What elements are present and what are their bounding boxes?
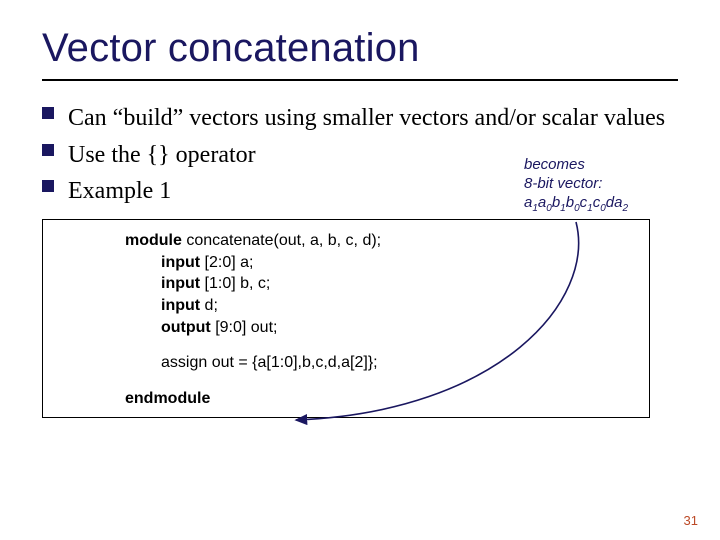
bullet-text: Example 1 — [68, 178, 171, 204]
code-gap — [59, 338, 633, 352]
code-kw: output — [161, 319, 211, 336]
annotation-vector: a1a0b1b0c1c0da2 — [524, 194, 674, 216]
annot-char: c — [580, 194, 588, 211]
code-text: [1:0] b, c; — [200, 275, 270, 292]
bullet-text: Use the {} operator — [68, 142, 256, 168]
annot-char: d — [606, 194, 614, 211]
code-kw: input — [161, 254, 200, 271]
annot-sub: 2 — [622, 203, 628, 214]
code-line: assign out = {a[1:0],b,c,d,a[2]}; — [59, 352, 633, 374]
bullet-icon — [42, 180, 54, 192]
code-gap — [59, 374, 633, 388]
slide-title: Vector concatenation — [42, 26, 678, 71]
bullet-icon — [42, 144, 54, 156]
code-line: input d; — [59, 295, 633, 317]
code-text: [2:0] a; — [200, 254, 253, 271]
bullet-item: Can “build” vectors using smaller vector… — [42, 103, 678, 134]
bullet-text: Can “build” vectors using smaller vector… — [68, 105, 665, 131]
annot-char: a — [538, 194, 546, 211]
code-line: input [2:0] a; — [59, 252, 633, 274]
code-kw: input — [161, 297, 200, 314]
annotation-line: 8-bit vector: — [524, 175, 674, 194]
code-line: module concatenate(out, a, b, c, d); — [59, 230, 633, 252]
title-underline — [42, 79, 678, 81]
code-block: module concatenate(out, a, b, c, d); inp… — [42, 219, 650, 418]
code-line: endmodule — [59, 388, 633, 410]
code-text: d; — [200, 297, 218, 314]
code-kw: module — [125, 232, 182, 249]
code-text: concatenate(out, a, b, c, d); — [182, 232, 381, 249]
code-line: output [9:0] out; — [59, 317, 633, 339]
slide: Vector concatenation Can “build” vectors… — [0, 0, 720, 540]
code-line: input [1:0] b, c; — [59, 273, 633, 295]
page-number: 31 — [684, 513, 698, 528]
annot-char: b — [552, 194, 560, 211]
code-text: [9:0] out; — [211, 319, 278, 336]
annot-char: b — [566, 194, 574, 211]
annotation-box: becomes 8-bit vector: a1a0b1b0c1c0da2 — [524, 156, 674, 215]
bullet-icon — [42, 107, 54, 119]
code-kw: endmodule — [125, 390, 210, 407]
annotation-line: becomes — [524, 156, 674, 175]
code-kw: input — [161, 275, 200, 292]
